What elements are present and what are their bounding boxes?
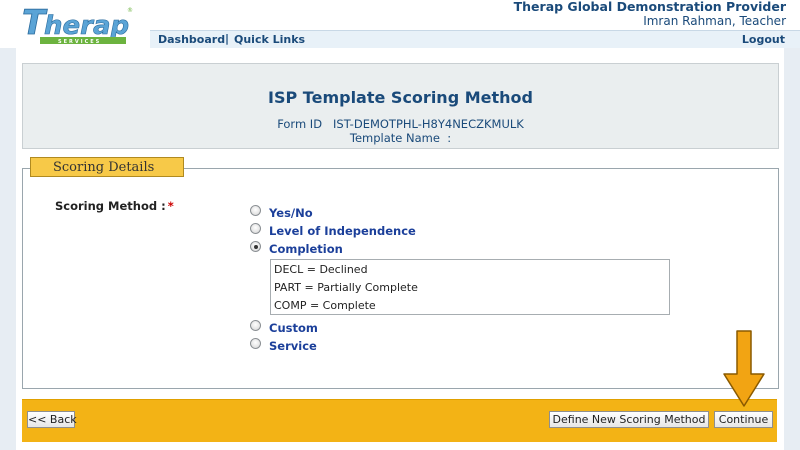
page-title: ISP Template Scoring Method <box>268 88 533 107</box>
radio-button-icon[interactable] <box>250 205 261 216</box>
left-margin <box>0 48 16 450</box>
template-name: Template Name : <box>349 131 452 145</box>
svg-text:herap: herap <box>44 11 129 41</box>
option-label[interactable]: Service <box>269 339 317 353</box>
scoring-method-label: Scoring Method : * <box>55 199 174 213</box>
header: T herap SERVICES ® Therap Global Demonst… <box>0 0 800 48</box>
option-label[interactable]: Completion <box>269 242 343 256</box>
nav-bar: Dashboard | Quick Links Logout <box>150 30 800 48</box>
code-line: COMP = Complete <box>274 299 376 312</box>
user-name: Imran Rahman, Teacher <box>643 14 786 28</box>
option-label[interactable]: Custom <box>269 321 318 335</box>
radio-button-icon[interactable] <box>250 223 261 234</box>
scoring-method-label-text: Scoring Method : <box>55 199 166 213</box>
provider-name: Therap Global Demonstration Provider <box>513 0 786 14</box>
arrow-down-icon <box>723 330 765 407</box>
therap-logo[interactable]: T herap SERVICES ® <box>18 2 138 46</box>
nav-separator: | <box>225 32 230 45</box>
code-line: DECL = Declined <box>274 263 368 276</box>
right-margin <box>784 48 800 450</box>
radio-button-icon[interactable] <box>250 338 261 349</box>
logout-link[interactable]: Logout <box>742 33 785 46</box>
completion-codes-box: DECL = Declined PART = Partially Complet… <box>270 259 670 315</box>
option-label[interactable]: Yes/No <box>269 206 313 220</box>
required-marker: * <box>167 199 174 213</box>
form-id: Form ID IST-DEMOTPHL-H8Y4NECZKMULK <box>277 117 524 131</box>
title-section: ISP Template Scoring Method Form ID IST-… <box>22 63 779 149</box>
option-label[interactable]: Level of Independence <box>269 224 416 238</box>
code-line: PART = Partially Complete <box>274 281 418 294</box>
svg-text:®: ® <box>127 7 133 14</box>
scoring-details-tab: Scoring Details <box>30 157 184 177</box>
radio-button-icon[interactable] <box>250 320 261 331</box>
nav-quick-links[interactable]: Quick Links <box>234 33 305 46</box>
define-new-scoring-method-button[interactable]: Define New Scoring Method <box>549 411 709 428</box>
continue-button[interactable]: Continue <box>714 411 773 428</box>
nav-dashboard-link[interactable]: Dashboard <box>158 33 225 46</box>
back-button[interactable]: << Back <box>27 411 77 428</box>
svg-text:SERVICES: SERVICES <box>58 39 101 45</box>
radio-button-icon[interactable] <box>250 241 261 252</box>
